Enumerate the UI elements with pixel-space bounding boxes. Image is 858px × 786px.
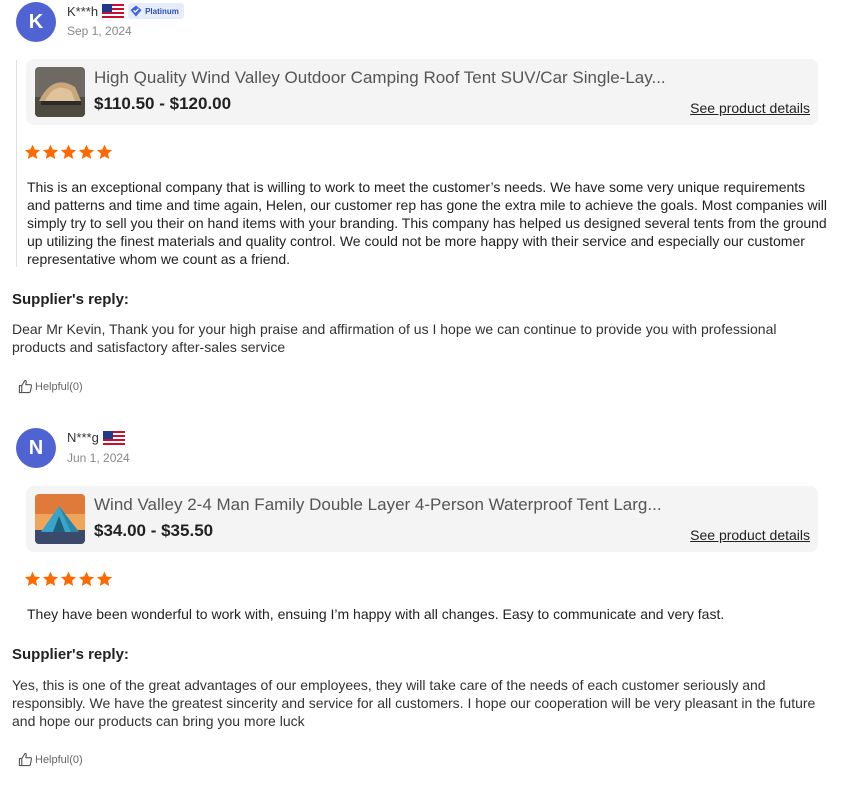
status-badge: Platinum — [128, 3, 184, 19]
product-thumbnail[interactable] — [35, 67, 85, 117]
helpful-label: Helpful(0) — [35, 380, 83, 393]
avatar: K — [16, 2, 56, 42]
product-title[interactable]: High Quality Wind Valley Outdoor Camping… — [94, 68, 666, 88]
star-rating — [24, 144, 113, 160]
reviewer-name: N***g — [67, 430, 99, 445]
star-rating — [24, 571, 113, 587]
product-price: $34.00 - $35.50 — [94, 521, 214, 540]
supplier-reply-text: Yes, this is one of the great advantages… — [12, 677, 816, 729]
see-product-details-link[interactable]: See product details — [690, 527, 810, 543]
reviewer-info: N***g — [67, 430, 125, 445]
helpful-button[interactable]: Helpful(0) — [18, 752, 83, 767]
supplier-reply-text: Dear Mr Kevin, Thank you for your high p… — [12, 321, 777, 355]
supplier-reply-heading: Supplier's reply: — [12, 646, 129, 663]
thumbs-up-icon — [18, 752, 33, 767]
star-icon — [96, 571, 113, 586]
us-flag-icon — [102, 4, 125, 18]
reviewer-name: K***h — [67, 3, 99, 19]
verified-diamond-icon — [130, 5, 142, 17]
star-icon — [42, 571, 59, 586]
star-icon — [78, 144, 95, 159]
star-icon — [60, 571, 77, 586]
avatar: N — [16, 428, 56, 468]
helpful-button[interactable]: Helpful(0) — [18, 379, 83, 394]
review-date: Jun 1, 2024 — [67, 451, 130, 465]
star-icon — [78, 571, 95, 586]
product-thumbnail[interactable] — [35, 494, 85, 544]
star-icon — [24, 571, 41, 586]
star-icon — [60, 144, 77, 159]
badge-label: Platinum — [145, 6, 179, 16]
supplier-reply-heading: Supplier's reply: — [12, 291, 129, 308]
thumbs-up-icon — [18, 379, 33, 394]
review-text: This is an exceptional company that is w… — [27, 179, 827, 267]
star-icon — [24, 144, 41, 159]
us-flag-icon — [102, 430, 125, 445]
product-title[interactable]: Wind Valley 2-4 Man Family Double Layer … — [94, 495, 662, 515]
product-card[interactable]: Wind Valley 2-4 Man Family Double Layer … — [26, 486, 818, 552]
review-date: Sep 1, 2024 — [67, 24, 132, 38]
product-price: $110.50 - $120.00 — [94, 94, 232, 113]
star-icon — [42, 144, 59, 159]
reviewer-info: K***h Platinum — [67, 3, 184, 19]
review-text: They have been wonderful to work with, e… — [27, 606, 725, 622]
star-icon — [96, 144, 113, 159]
helpful-label: Helpful(0) — [35, 753, 83, 766]
see-product-details-link[interactable]: See product details — [690, 100, 810, 116]
divider — [16, 60, 17, 267]
product-card[interactable]: High Quality Wind Valley Outdoor Camping… — [26, 59, 818, 125]
